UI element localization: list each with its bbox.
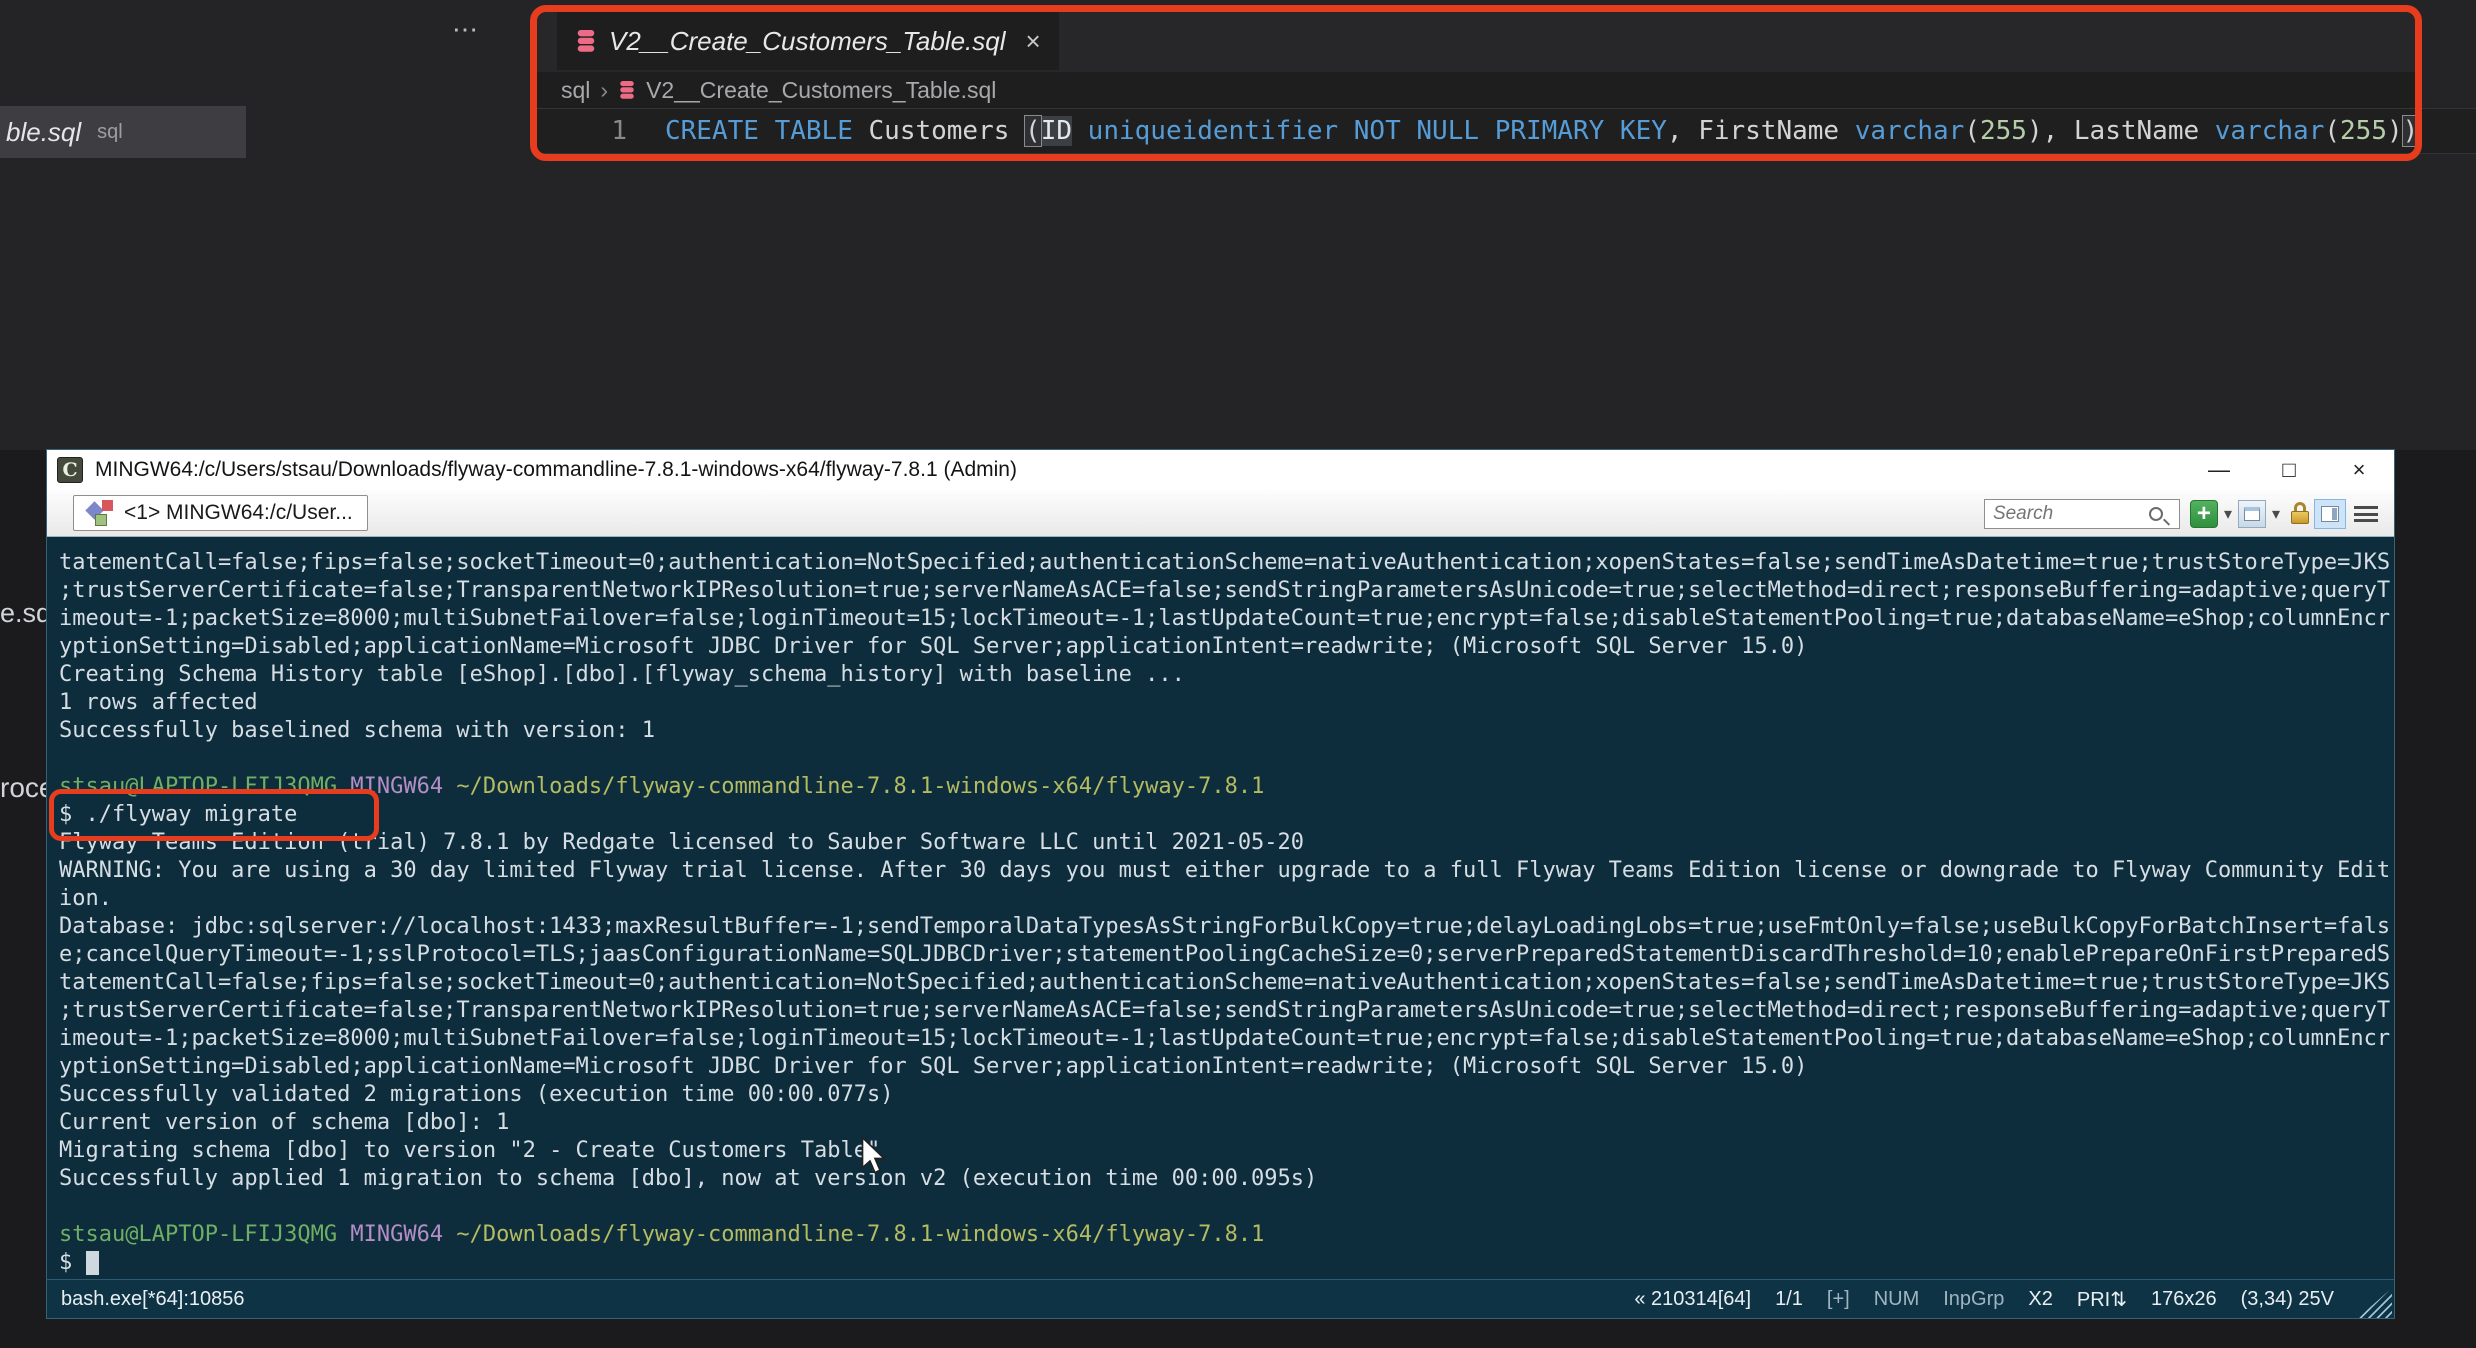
breadcrumb-file[interactable]: V2__Create_Customers_Table.sql (646, 77, 996, 104)
terminal-window: C MINGW64:/c/Users/stsau/Downloads/flywa… (46, 449, 2395, 1319)
terminal-tab-label: <1> MINGW64:/c/User... (124, 501, 353, 524)
mouse-cursor (861, 1136, 887, 1174)
status-indicators: « 210314[64] 1/1 [+] NUM InpGrp X2 PRI⇅ 176x26(… (1634, 1287, 2334, 1311)
database-icon (577, 30, 595, 52)
chevron-down-icon[interactable]: ▾ (2218, 504, 2238, 524)
window-pane-button[interactable] (2237, 500, 2266, 528)
conemu-app-icon: C (57, 457, 83, 483)
status-process: bash.exe[*64]:10856 (61, 1287, 245, 1310)
terminal-toolbar: + ▾ ▾ (1983, 494, 2386, 534)
sql-statement: CREATE TABLE Customers (ID uniqueidentif… (665, 115, 2420, 147)
editor-code-line[interactable]: 1 CREATE TABLE Customers (ID uniqueident… (537, 108, 2476, 154)
tab-title: V2__Create_Customers_Table.sql (609, 25, 1006, 56)
panel-icon (2321, 506, 2339, 522)
screen: ⋯ ble.sql sql e.sq roce V2__Create_Custo… (0, 0, 2476, 1348)
search-box[interactable] (1983, 499, 2180, 529)
breadcrumb[interactable]: sql › V2__Create_Customers_Table.sql (537, 72, 2418, 108)
terminal-title-bar[interactable]: C MINGW64:/c/Users/stsau/Downloads/flywa… (47, 450, 2394, 490)
file-language-badge: sql (97, 120, 123, 143)
menu-icon[interactable] (2354, 506, 2378, 522)
resize-grip[interactable] (2358, 1288, 2392, 1318)
file-list-item-partial[interactable]: ble.sql sql (0, 106, 246, 158)
chevron-down-icon[interactable]: ▾ (2266, 504, 2286, 524)
terminal-title: MINGW64:/c/Users/stsau/Downloads/flyway-… (95, 458, 1017, 481)
minimize-button[interactable]: — (2184, 450, 2254, 490)
editor-more-actions-icon[interactable]: ⋯ (452, 14, 482, 45)
maximize-button[interactable]: □ (2254, 450, 2324, 490)
file-name-fragment: ble.sql (6, 116, 82, 147)
git-bash-icon (85, 500, 114, 526)
breadcrumb-separator: › (600, 76, 609, 103)
search-icon (2148, 507, 2163, 521)
terminal-status-bar: bash.exe[*64]:10856 « 210314[64] 1/1 [+] NU… (47, 1279, 2394, 1318)
breadcrumb-folder[interactable]: sql (561, 77, 590, 104)
database-icon (620, 81, 634, 99)
ui-fragment-text: e.sq (0, 598, 52, 628)
search-input[interactable] (1992, 503, 2149, 525)
tab-close-icon[interactable]: × (1026, 26, 1041, 57)
line-number: 1 (611, 116, 627, 146)
close-button[interactable]: × (2324, 450, 2394, 490)
editor-tab-bar: V2__Create_Customers_Table.sql × (537, 8, 2418, 72)
terminal-output[interactable]: tatementCall=false;fips=false;socketTime… (47, 537, 2394, 1279)
lock-icon[interactable] (2290, 502, 2310, 526)
tab-v2-create-customers-table[interactable]: V2__Create_Customers_Table.sql × (557, 12, 1059, 70)
sidebar-toggle-button[interactable] (2314, 499, 2346, 529)
pane-icon (2243, 507, 2260, 521)
new-console-button[interactable]: + (2189, 500, 2218, 528)
terminal-tab-mingw64[interactable]: <1> MINGW64:/c/User... (73, 495, 368, 531)
